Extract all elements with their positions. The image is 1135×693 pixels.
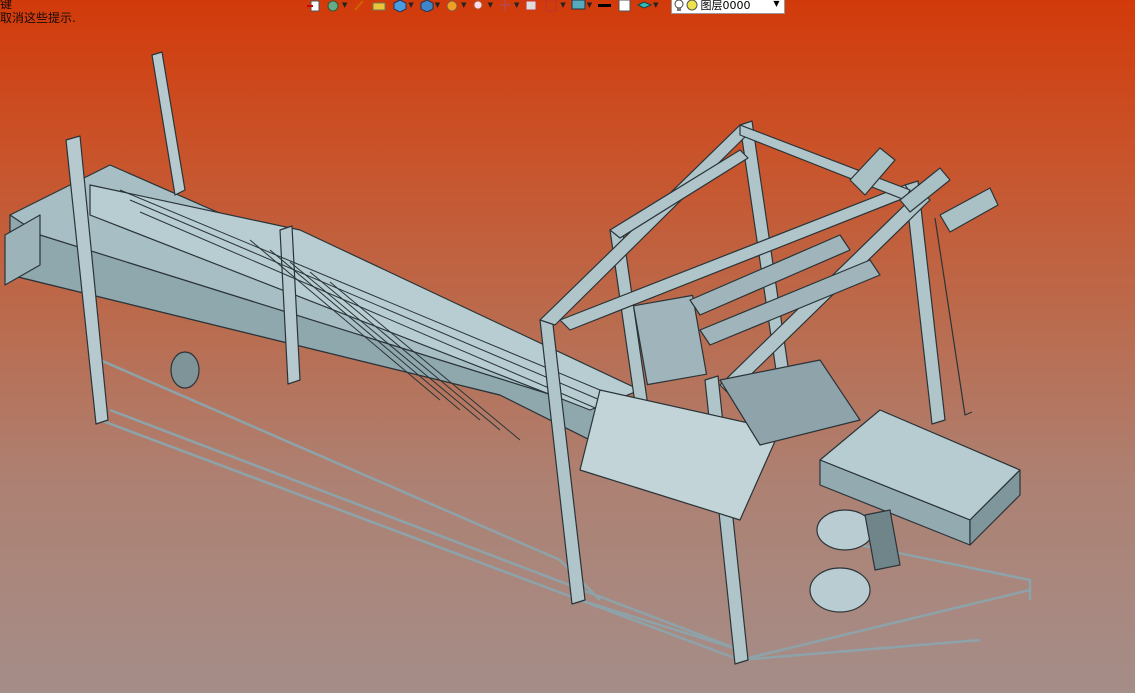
cad-viewport[interactable] [0, 0, 1135, 693]
